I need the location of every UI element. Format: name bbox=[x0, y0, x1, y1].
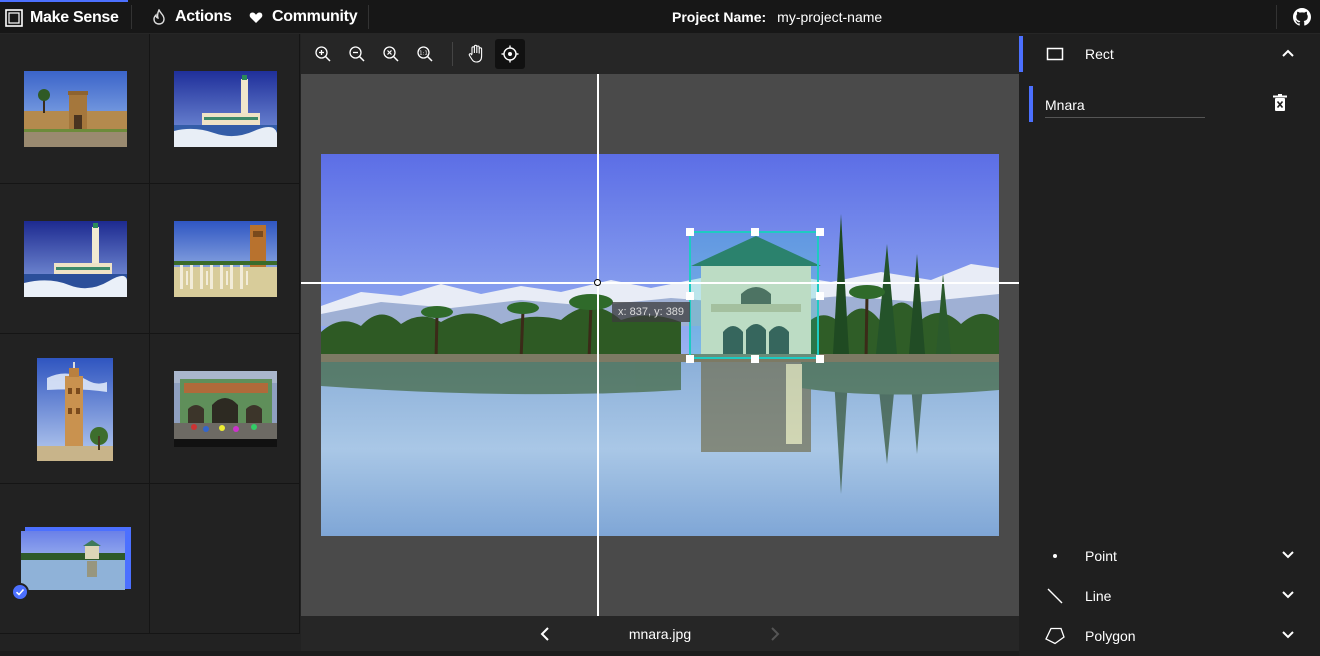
nav-actions[interactable]: Actions bbox=[152, 0, 232, 34]
resize-handle-bottom-left[interactable] bbox=[686, 355, 694, 363]
polygon-icon bbox=[1045, 627, 1065, 645]
chevron-down-icon[interactable] bbox=[1281, 588, 1295, 602]
zoom-in-icon bbox=[315, 46, 331, 62]
point-labels-header[interactable]: Point bbox=[1019, 536, 1320, 576]
image-navigation-bar: mnara.jpg bbox=[301, 616, 1019, 651]
project-name-area: Project Name: my-project-name bbox=[672, 0, 882, 34]
project-name-value[interactable]: my-project-name bbox=[777, 9, 882, 25]
bounding-box-mnara[interactable] bbox=[686, 228, 824, 363]
project-name-label: Project Name: bbox=[672, 9, 767, 25]
thumbnail-item[interactable] bbox=[150, 334, 300, 484]
line-labels-title: Line bbox=[1085, 588, 1112, 604]
thumbnail-image-kasbah bbox=[24, 71, 127, 147]
crosshair-vertical-line bbox=[597, 74, 599, 616]
polygon-labels-header[interactable]: Polygon bbox=[1019, 616, 1320, 656]
zoom-out-icon bbox=[349, 46, 365, 62]
resize-handle-bottom-right[interactable] bbox=[816, 355, 824, 363]
heart-icon bbox=[249, 12, 263, 23]
nav-divider bbox=[368, 5, 369, 29]
resize-handle-right[interactable] bbox=[816, 292, 824, 300]
label-name-input[interactable] bbox=[1045, 92, 1205, 118]
current-filename: mnara.jpg bbox=[628, 625, 692, 642]
zoom-reset-icon: 1:1 bbox=[417, 46, 433, 62]
image-gallery-panel bbox=[0, 34, 301, 651]
thumbnail-item[interactable] bbox=[0, 334, 150, 484]
brand-name: Make Sense bbox=[30, 9, 119, 26]
label-item bbox=[1029, 84, 1310, 124]
zoom-out-button[interactable] bbox=[342, 39, 372, 69]
labels-panel: Rect Point Line Polygon bbox=[1019, 34, 1320, 656]
zoom-fit-button[interactable] bbox=[376, 39, 406, 69]
crosshair-center-point bbox=[594, 279, 601, 286]
chevron-up-icon[interactable] bbox=[1281, 46, 1295, 60]
line-icon bbox=[1045, 587, 1065, 605]
empty-grid-cell bbox=[150, 484, 300, 634]
nav-divider bbox=[131, 5, 132, 29]
thumbnail-item[interactable] bbox=[150, 34, 300, 184]
rectangle-icon bbox=[1045, 45, 1065, 63]
chevron-right-icon[interactable] bbox=[769, 626, 781, 642]
thumbnail-item[interactable] bbox=[150, 184, 300, 334]
brand-logo[interactable]: Make Sense bbox=[0, 0, 128, 34]
thumbnail-image-minaret bbox=[37, 358, 113, 461]
svg-text:1:1: 1:1 bbox=[419, 51, 428, 57]
point-labels-title: Point bbox=[1085, 548, 1117, 564]
point-icon bbox=[1045, 547, 1065, 565]
resize-handle-bottom[interactable] bbox=[751, 355, 759, 363]
chevron-down-icon[interactable] bbox=[1281, 628, 1295, 642]
line-labels-header[interactable]: Line bbox=[1019, 576, 1320, 616]
fire-icon bbox=[153, 9, 165, 25]
main-image-menara bbox=[321, 154, 999, 536]
rect-labels-header[interactable]: Rect bbox=[1019, 34, 1320, 74]
editor-toolbar: 1:1 bbox=[301, 34, 1019, 74]
editor-area: 1:1 x: 837, y: 389 mnara.jpg bbox=[301, 34, 1019, 651]
thumbnail-image-menara bbox=[21, 531, 125, 590]
thumbnail-image-mosque-coast bbox=[24, 221, 127, 297]
crosshair-tool-button[interactable] bbox=[495, 39, 525, 69]
pan-tool-button[interactable] bbox=[461, 39, 491, 69]
chevron-down-icon[interactable] bbox=[1281, 548, 1295, 562]
thumbnail-item[interactable] bbox=[0, 34, 150, 184]
nav-community[interactable]: Community bbox=[249, 0, 358, 34]
crosshair-icon bbox=[501, 45, 519, 63]
polygon-labels-title: Polygon bbox=[1085, 628, 1136, 644]
annotation-canvas[interactable]: x: 837, y: 389 bbox=[301, 74, 1019, 616]
chevron-left-icon[interactable] bbox=[539, 626, 551, 642]
nav-actions-label: Actions bbox=[175, 8, 232, 25]
thumbnail-image-gate bbox=[174, 371, 277, 447]
rect-labels-title: Rect bbox=[1085, 46, 1114, 62]
hand-icon bbox=[468, 44, 483, 63]
check-icon bbox=[15, 588, 25, 596]
thumbnail-item-active[interactable] bbox=[0, 484, 150, 634]
resize-handle-left[interactable] bbox=[686, 292, 694, 300]
github-icon bbox=[1293, 8, 1311, 26]
thumbnail-item[interactable] bbox=[0, 184, 150, 334]
zoom-reset-button[interactable]: 1:1 bbox=[410, 39, 440, 69]
cursor-coordinates: x: 837, y: 389 bbox=[612, 302, 691, 322]
nav-community-label: Community bbox=[272, 8, 358, 25]
crosshair-horizontal-line bbox=[301, 282, 1019, 284]
make-sense-logo-icon bbox=[5, 9, 23, 27]
resize-handle-top[interactable] bbox=[751, 228, 759, 236]
zoom-in-button[interactable] bbox=[308, 39, 338, 69]
resize-handle-top-left[interactable] bbox=[686, 228, 694, 236]
top-navigation-bar: Make Sense Actions Community Project Nam… bbox=[0, 0, 1320, 34]
nav-divider bbox=[1276, 5, 1277, 29]
zoom-fit-icon bbox=[383, 46, 399, 62]
thumbnail-image-mosque bbox=[174, 71, 277, 147]
checked-badge bbox=[11, 583, 29, 601]
thumbnail-image-columns bbox=[174, 221, 277, 297]
github-link[interactable] bbox=[1293, 8, 1311, 31]
resize-handle-top-right[interactable] bbox=[816, 228, 824, 236]
delete-label-icon[interactable] bbox=[1273, 94, 1287, 112]
toolbar-divider bbox=[452, 42, 453, 66]
